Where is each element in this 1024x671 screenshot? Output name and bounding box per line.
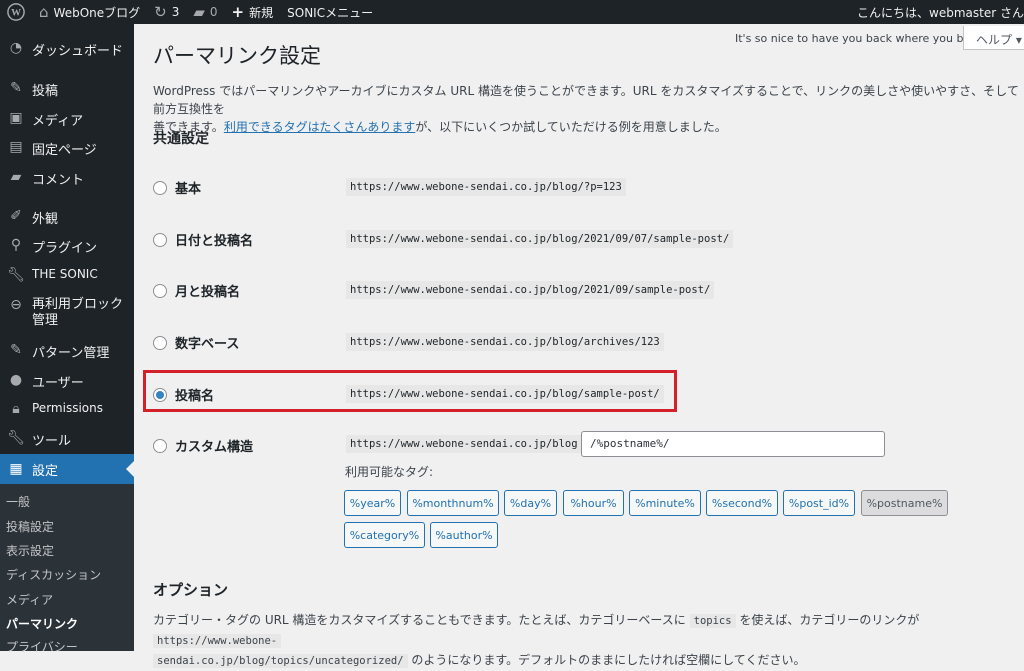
account-link[interactable]: こんにちは、webmaster さん — [850, 0, 1024, 24]
brush-icon: ✐ — [10, 208, 22, 224]
intro-text: WordPress ではパーマリンクやアーカイブにカスタム URL 構造を使うこ… — [153, 84, 1019, 134]
sonic-menu-link[interactable]: SONICメニュー — [280, 0, 380, 24]
sidebar-item-permissions[interactable]: 🔒︎ Permissions — [0, 401, 134, 417]
url-base-custom: https://www.webone-sendai.co.jp/blog — [346, 435, 582, 453]
tag-button-monthnum[interactable]: %monthnum% — [407, 490, 499, 516]
media-icon: ▣ — [9, 110, 23, 126]
submenu-privacy[interactable]: プライバシー — [6, 638, 78, 655]
sidebar-item-media[interactable]: ▣ メディア — [0, 110, 134, 129]
option-day-name[interactable]: 日付と投稿名 — [153, 230, 253, 249]
settings-icon: ▦ — [9, 461, 23, 477]
radio-plain[interactable] — [153, 180, 167, 195]
pin-icon: ✎ — [10, 342, 22, 358]
radio-month-name[interactable] — [153, 283, 167, 298]
tag-button-category[interactable]: %category% — [344, 522, 425, 548]
option-numeric[interactable]: 数字ベース — [153, 333, 239, 352]
submenu-reading[interactable]: 表示設定 — [6, 542, 54, 559]
sidebar-item-posts[interactable]: ✎ 投稿 — [0, 80, 134, 99]
sidebar-item-plugins[interactable]: ⚲ プラグイン — [0, 237, 134, 256]
comment-icon: ▰ — [193, 2, 205, 21]
pin-icon: ✎ — [10, 80, 22, 96]
tag-button-post-id[interactable]: %post_id% — [783, 490, 855, 516]
sidebar-item-the-sonic[interactable]: 🔧︎ THE SONIC — [0, 267, 134, 283]
url-example-day-name: https://www.webone-sendai.co.jp/blog/202… — [346, 230, 734, 248]
wordpress-logo-button[interactable]: W — [0, 0, 32, 24]
site-name-link[interactable]: ⌂ WebOneブログ — [32, 0, 147, 24]
sidebar-item-appearance[interactable]: ✐ 外観 — [0, 208, 134, 227]
sidebar-item-dashboard[interactable]: ◔ ダッシュボード — [0, 40, 134, 59]
sidebar-item-settings[interactable]: ▦ 設定 — [0, 454, 134, 484]
submenu-discussion[interactable]: ディスカッション — [6, 566, 101, 583]
tag-button-author[interactable]: %author% — [430, 522, 498, 548]
sonic-menu-label: SONICメニュー — [287, 5, 374, 20]
option-custom-structure[interactable]: カスタム構造 — [153, 436, 253, 455]
site-name: WebOneブログ — [53, 5, 141, 20]
settings-submenu: 一般 投稿設定 表示設定 ディスカッション メディア パーマリンク プライバシー — [0, 484, 134, 654]
updates-link[interactable]: ↻ 3 — [147, 0, 186, 24]
wrench-icon: 🔧︎ — [7, 267, 25, 283]
submenu-media[interactable]: メディア — [6, 591, 53, 608]
submenu-permalinks[interactable]: パーマリンク — [6, 615, 78, 632]
updates-count: 3 — [171, 5, 180, 19]
new-content-link[interactable]: + 新規 — [225, 0, 281, 24]
available-tags-label: 利用可能なタグ: — [345, 465, 434, 479]
options-description: カテゴリー・タグの URL 構造をカスタマイズすることもできます。たとえば、カテ… — [153, 613, 920, 668]
tag-button-second[interactable]: %second% — [706, 490, 778, 516]
admin-sidebar: ◔ ダッシュボード ✎ 投稿 ▣ メディア ▤ 固定ページ ▰ コメント ✐ 外観 ⚲ プラグ… — [0, 24, 134, 654]
reusable-block-icon: ⊖ — [10, 297, 22, 313]
lock-icon: 🔒︎ — [12, 401, 20, 417]
comments-count: 0 — [209, 5, 218, 19]
home-icon: ⌂ — [39, 2, 49, 21]
radio-numeric[interactable] — [153, 335, 167, 350]
wordpress-logo-icon: W — [7, 3, 25, 21]
dashboard-icon: ◔ — [9, 40, 23, 56]
comment-icon: ▰ — [10, 169, 22, 185]
submenu-general[interactable]: 一般 — [6, 493, 30, 510]
url-example-month-name: https://www.webone-sendai.co.jp/blog/202… — [346, 281, 715, 299]
option-month-name[interactable]: 月と投稿名 — [153, 281, 240, 300]
sidebar-item-reusable-blocks[interactable]: ⊖ 再利用ブロック管理 — [0, 297, 134, 329]
wrench-icon: 🔧︎ — [7, 430, 25, 446]
url-example-plain: https://www.webone-sendai.co.jp/blog/?p=… — [346, 178, 626, 196]
updates-icon: ↻ — [154, 2, 167, 21]
options-heading: オプション — [153, 581, 229, 599]
url-example-numeric: https://www.webone-sendai.co.jp/blog/arc… — [346, 333, 664, 351]
new-label: 新規 — [249, 5, 274, 20]
tag-button-year[interactable]: %year% — [344, 490, 401, 516]
radio-day-name[interactable] — [153, 232, 167, 247]
submenu-writing[interactable]: 投稿設定 — [6, 518, 54, 535]
radio-custom-structure[interactable] — [153, 438, 167, 453]
admin-bar: W ⌂ WebOneブログ ↻ 3 ▰ 0 + 新規 SONICメニュー こんに… — [0, 0, 1024, 24]
user-icon: ● — [9, 372, 23, 388]
sidebar-item-patterns[interactable]: ✎ パターン管理 — [0, 342, 134, 361]
custom-structure-input[interactable]: /%postname%/ — [581, 431, 885, 457]
common-settings-heading: 共通設定 — [153, 131, 209, 147]
plugin-icon: ⚲ — [10, 237, 22, 253]
welcome-message: It's so nice to have you back where you … — [735, 32, 994, 45]
tag-button-hour[interactable]: %hour% — [563, 490, 624, 516]
tag-button-minute[interactable]: %minute% — [629, 490, 701, 516]
help-tab-button[interactable]: ヘルプ ▾ — [963, 26, 1024, 50]
sidebar-item-users[interactable]: ● ユーザー — [0, 372, 134, 391]
plus-icon: + — [231, 2, 245, 21]
comments-link[interactable]: ▰ 0 — [186, 0, 224, 24]
tag-button-day[interactable]: %day% — [504, 490, 557, 516]
page-title: パーマリンク設定 — [153, 44, 321, 68]
greeting: こんにちは、webmaster さん — [857, 5, 1024, 20]
tag-button-postname[interactable]: %postname% — [861, 490, 948, 516]
sidebar-item-tools[interactable]: 🔧︎ ツール — [0, 430, 134, 449]
available-tags-link[interactable]: 利用できるタグはたくさんあります — [224, 120, 416, 134]
page-icon: ▤ — [9, 139, 23, 155]
main-content: パーマリンク設定 It's so nice to have you back w… — [134, 24, 1024, 668]
sidebar-item-pages[interactable]: ▤ 固定ページ — [0, 139, 134, 158]
sidebar-item-comments[interactable]: ▰ コメント — [0, 169, 134, 188]
highlight-box — [143, 370, 677, 412]
option-plain[interactable]: 基本 — [153, 178, 201, 197]
svg-text:W: W — [11, 8, 21, 19]
